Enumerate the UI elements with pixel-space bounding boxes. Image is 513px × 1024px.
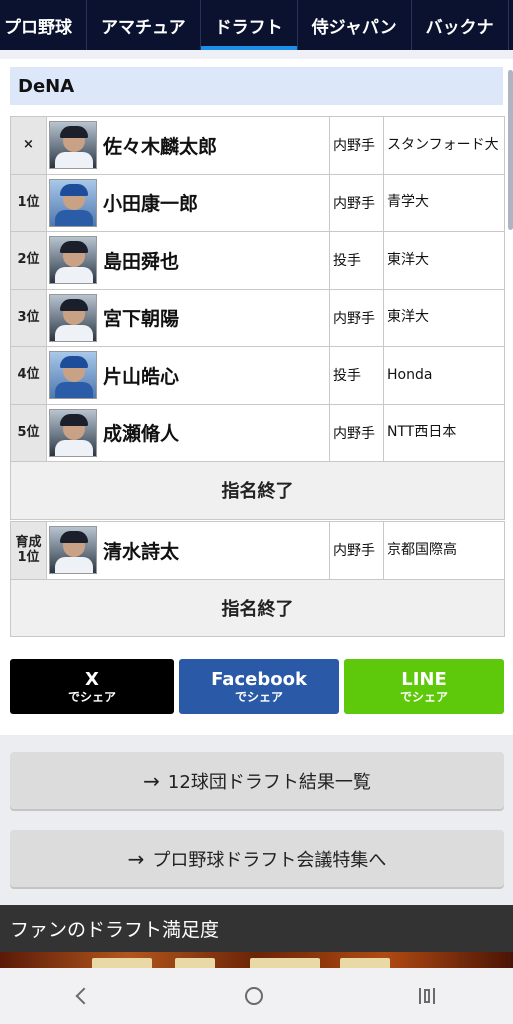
- share-facebook-label: Facebook: [211, 668, 307, 690]
- player-photo: [49, 408, 97, 457]
- player-school: NTT西日本: [383, 403, 505, 462]
- share-line-sub: でシェア: [399, 689, 448, 704]
- pick-rank-line1: 育成: [15, 534, 42, 550]
- player-position: 内野手: [329, 116, 384, 175]
- player-school: スタンフォード大: [383, 116, 505, 175]
- team-name: DeNA: [18, 75, 75, 97]
- player-name: 清水詩太: [103, 540, 180, 563]
- player-school: 京都国際高: [383, 521, 505, 580]
- section-title: ファンのドラフト満足度: [10, 919, 220, 941]
- draft-picks-table: × 佐々木麟太郎 内野手 スタンフォード大 1位 小田康一郎 内野手 青学大 2…: [10, 116, 505, 520]
- tab-samurai-japan[interactable]: 侍ジャパン: [298, 0, 412, 50]
- player-school: 東洋大: [383, 231, 505, 290]
- player-photo: [49, 293, 97, 342]
- table-row[interactable]: 4位 片山皓心 投手 Honda: [10, 346, 505, 405]
- tab-label: アマチュア: [101, 17, 186, 38]
- share-line-label: LINE: [401, 668, 447, 690]
- player-name: 宮下朝陽: [103, 308, 180, 331]
- tab-label: バックナ: [425, 17, 494, 38]
- pick-rank: 1位: [10, 173, 47, 232]
- table-row[interactable]: 2位 島田舜也 投手 東洋大: [10, 231, 505, 290]
- tab-pro-baseball[interactable]: プロ野球: [0, 0, 87, 50]
- scrollbar[interactable]: [508, 70, 513, 230]
- divider: [0, 50, 513, 59]
- player-position: 投手: [329, 346, 384, 405]
- player-school: Honda: [383, 346, 505, 405]
- home-icon[interactable]: [245, 987, 264, 1005]
- player-position: 内野手: [329, 521, 384, 580]
- table-row[interactable]: 5位 成瀬脩人 内野手 NTT西日本: [10, 403, 505, 462]
- table-row[interactable]: 1位 小田康一郎 内野手 青学大: [10, 173, 505, 232]
- player-name: 小田康一郎: [103, 193, 199, 216]
- pick-rank: 4位: [10, 346, 47, 405]
- pick-rank: 2位: [10, 231, 47, 290]
- system-navigation-bar: [0, 968, 513, 1024]
- draft-special-link-button[interactable]: → プロ野球ドラフト会議特集へ: [10, 830, 504, 887]
- player-position: 内野手: [329, 288, 384, 347]
- share-x-sub: でシェア: [67, 689, 116, 704]
- fan-satisfaction-header: ファンのドラフト満足度: [0, 905, 513, 952]
- share-line-button[interactable]: LINE でシェア: [344, 659, 504, 714]
- pick-rank: 5位: [10, 403, 47, 462]
- link-label: 12球団ドラフト結果一覧: [167, 771, 371, 793]
- ikusei-picks-table: 育成 1位 清水詩太 内野手 京都国際高 指名終了: [10, 521, 505, 637]
- table-row[interactable]: × 佐々木麟太郎 内野手 スタンフォード大: [10, 116, 505, 175]
- share-facebook-button[interactable]: Facebook でシェア: [179, 659, 339, 714]
- share-x-label: X: [85, 668, 99, 690]
- tab-draft[interactable]: ドラフト: [200, 0, 298, 50]
- share-facebook-sub: でシェア: [234, 689, 283, 704]
- pick-rank-line2: 1位: [17, 550, 40, 566]
- player-photo: [49, 178, 97, 227]
- category-tab-bar: プロ野球 アマチュア ドラフト 侍ジャパン バックナ: [0, 0, 513, 50]
- tab-label: ドラフト: [214, 17, 283, 38]
- tab-label: プロ野球: [4, 17, 72, 38]
- player-position: 内野手: [329, 403, 384, 462]
- recent-apps-icon[interactable]: [419, 988, 436, 1004]
- player-name: 片山皓心: [103, 365, 180, 388]
- player-photo: [49, 121, 97, 170]
- player-school: 青学大: [383, 173, 505, 232]
- pick-rank: 3位: [10, 288, 47, 347]
- team-header: DeNA: [10, 67, 503, 105]
- player-position: 内野手: [329, 173, 384, 232]
- share-x-button[interactable]: X でシェア: [10, 659, 174, 714]
- table-row[interactable]: 育成 1位 清水詩太 内野手 京都国際高: [10, 521, 505, 580]
- player-position: 投手: [329, 231, 384, 290]
- player-photo: [49, 236, 97, 285]
- player-name: 島田舜也: [103, 250, 180, 273]
- player-name: 成瀬脩人: [103, 423, 180, 446]
- draft-results-link-button[interactable]: → 12球団ドラフト結果一覧: [10, 752, 504, 809]
- nomination-end-label: 指名終了: [10, 461, 505, 520]
- tab-label: 侍ジャパン: [311, 17, 397, 38]
- back-icon[interactable]: [75, 987, 93, 1005]
- pick-rank: ×: [10, 116, 47, 175]
- tab-amateur[interactable]: アマチュア: [87, 0, 201, 50]
- table-row[interactable]: 3位 宮下朝陽 内野手 東洋大: [10, 288, 505, 347]
- arrow-right-icon: →: [143, 768, 160, 793]
- player-photo: [49, 526, 97, 575]
- end-row: 指名終了: [10, 578, 505, 637]
- player-name: 佐々木麟太郎: [103, 135, 218, 158]
- tab-backnumber[interactable]: バックナ: [412, 0, 509, 50]
- nomination-end-label: 指名終了: [10, 578, 505, 637]
- link-label: プロ野球ドラフト会議特集へ: [152, 849, 387, 871]
- end-row: 指名終了: [10, 461, 505, 520]
- player-photo: [49, 351, 97, 400]
- pick-rank: 育成 1位: [10, 521, 47, 580]
- arrow-right-icon: →: [127, 846, 145, 871]
- player-school: 東洋大: [383, 288, 505, 347]
